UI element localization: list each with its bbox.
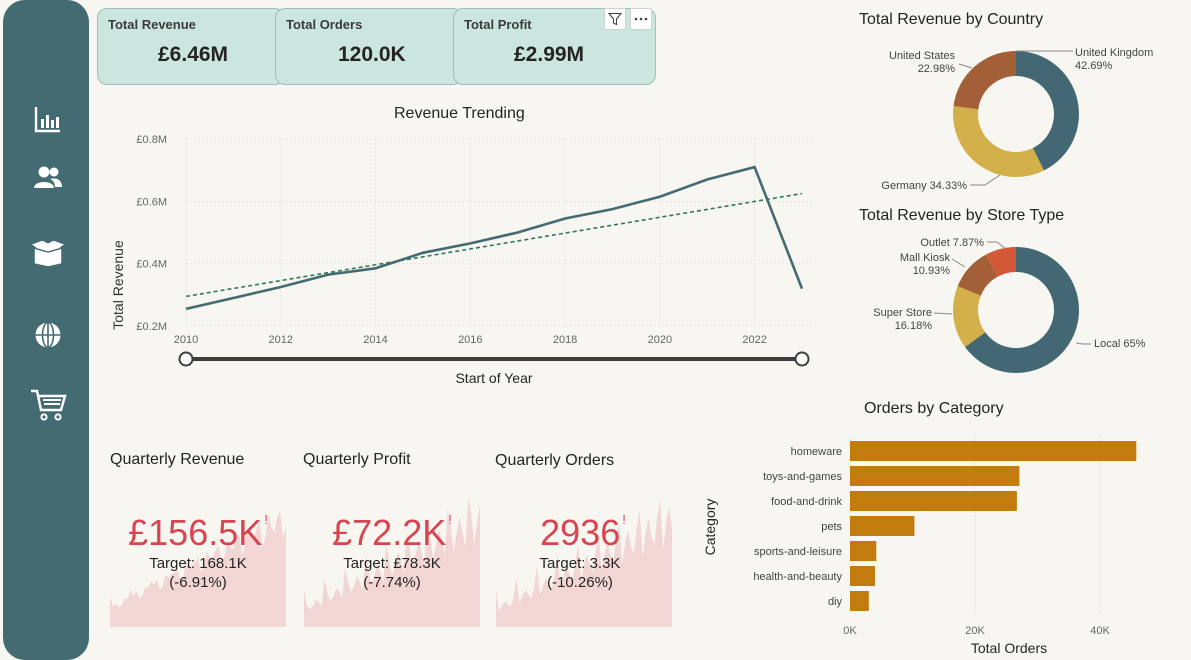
bar-pets [850,516,915,536]
year-slider-start-handle[interactable] [178,351,194,367]
x-tick-label: 2010 [174,334,198,346]
quarterly-orders-target: Target: 3.3K (-10.26%) [539,555,621,591]
quarterly-orders-value: 2936! [540,512,626,553]
category-label: diy [828,596,843,608]
x-tick-label: 2022 [742,334,766,346]
leader-line [958,63,973,69]
quarterly-revenue-title: Quarterly Revenue [110,451,245,468]
slider-label: Start of Year [455,370,532,386]
leader-line [951,258,966,268]
sidebar [3,0,89,660]
quarterly-orders-title: Quarterly Orders [495,452,615,469]
slice-label: United States [889,50,956,62]
leader-line [1075,342,1091,345]
revenue-trend-chart: £0.8M £0.6M £0.4M £0.2M 2010 2012 2014 2016 201… [110,134,812,386]
x-tick-label: 2020 [648,334,672,346]
slice-label: Super Store [873,307,932,319]
store-donut-chart: Outlet 7.87% Mall Kiosk10.93% Super Store1… [873,237,1146,373]
leader-line [933,312,953,315]
cart-icon[interactable] [29,388,69,422]
slice-label: Mall Kiosk [900,252,951,264]
donut-slice-germany [953,106,1044,177]
year-slider-end-handle[interactable] [794,351,810,367]
kpi-value: 120.0K [338,43,406,66]
quarterly-revenue-value: £156.5K! [128,512,268,553]
category-label: sports-and-leisure [754,546,842,558]
kpi-total-orders[interactable]: Total Orders 120.0K [275,8,463,85]
x-tick-label: 2012 [269,334,293,346]
revenue-series-line [185,165,804,311]
kpi-label: Total Revenue [108,17,196,32]
y-axis-label: Total Revenue [110,240,126,330]
orders-category-chart: 0K 20K 40K homeware toys-and-games food-and-d… [702,435,1137,656]
filter-icon[interactable] [604,8,626,30]
x-tick-label: 2014 [363,334,387,346]
bar-chart-icon[interactable] [31,102,65,136]
category-label: toys-and-games [763,471,842,483]
kpi-value: £6.46M [158,43,229,66]
category-label: pets [821,521,842,533]
orders-category-title: Orders by Category [864,400,1004,417]
kpi-total-revenue[interactable]: Total Revenue £6.46M [97,8,285,85]
x-tick-label: 2016 [458,334,482,346]
kpi-label: Total Orders [286,17,363,32]
bar-toys-and-games [850,466,1020,486]
kpi-value: £2.99M [514,43,585,66]
bar-homeware [850,441,1137,461]
bar-health-and-beauty [850,566,875,586]
x-axis-label: Total Orders [971,640,1047,656]
bar-diy [850,591,869,611]
x-tick-label: 2018 [553,334,577,346]
slice-label: 16.18% [895,320,933,332]
revenue-trend-title: Revenue Trending [394,105,525,122]
x-tick-label: 0K [843,625,857,637]
leader-line [970,174,1001,186]
slice-label: 42.69% [1075,60,1113,72]
country-donut-title: Total Revenue by Country [859,11,1044,28]
category-label: health-and-beauty [753,571,842,583]
country-donut-chart: United Kingdom42.69% United States22.98% G… [881,47,1153,192]
store-donut-title: Total Revenue by Store Type [859,207,1065,224]
quarterly-revenue-target: Target: 168.1K (-6.91%) [149,555,247,591]
y-tick-label: £0.6M [136,196,167,208]
users-icon[interactable] [31,160,65,194]
y-tick-label: £0.4M [136,259,167,271]
slice-label: Outlet 7.87% [920,237,984,249]
more-options-icon[interactable] [630,8,652,30]
y-tick-label: £0.8M [136,134,167,146]
quarterly-profit-title: Quarterly Profit [303,451,411,468]
x-tick-label: 40K [1090,625,1110,637]
slice-label: 22.98% [918,63,956,75]
slice-label: Germany 34.33% [881,180,967,192]
box-icon[interactable] [31,236,65,270]
quarterly-profit-value: £72.2K! [332,512,452,553]
kpi-label: Total Profit [464,17,532,32]
trend-line [185,192,803,298]
quarterly-profit-target: Target: £78.3K (-7.74%) [343,555,441,591]
leader-line [987,241,1007,250]
globe-icon[interactable] [31,318,65,352]
dashboard-page: Total Revenue £6.46M Total Orders 120.0K… [0,0,1191,660]
bar-sports-and-leisure [850,541,877,561]
x-tick-label: 20K [965,625,985,637]
y-axis-label: Category [702,499,718,556]
category-label: food-and-drink [771,496,842,508]
slice-label: Local 65% [1094,338,1146,350]
bar-food-and-drink [850,491,1017,511]
y-tick-label: £0.2M [136,321,167,333]
donut-slice-united-states [953,51,1016,110]
category-label: homeware [791,446,842,458]
slice-label: 10.93% [913,265,951,277]
slice-label: United Kingdom [1075,47,1153,59]
